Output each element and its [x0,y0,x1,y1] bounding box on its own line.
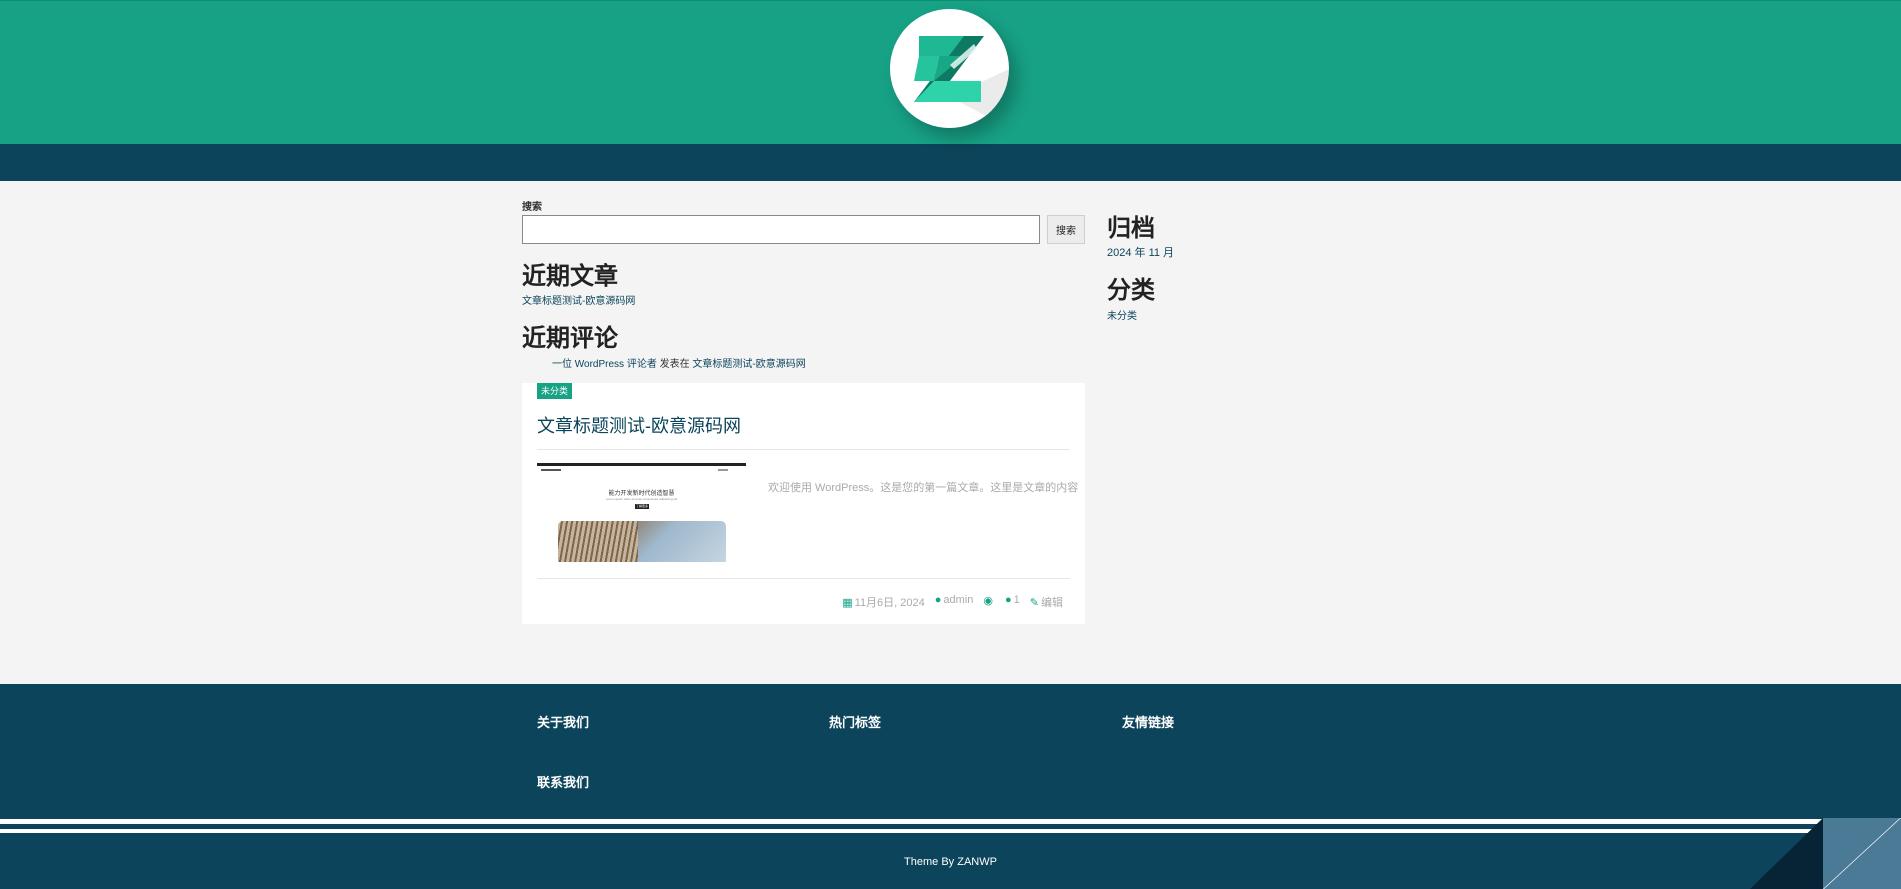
eye-icon: ◉ [983,595,993,607]
user-icon: ● [934,594,942,606]
recent-comments-heading: 近期评论 [522,325,618,352]
category-heading: 分类 [1107,277,1155,304]
thumbnail-heading: 能力开发新时代创造智慧 [608,491,675,497]
post-edit-link[interactable]: ✎ 编辑 [1030,594,1063,610]
comment-post-link[interactable]: 文章标题测试-欧意源码网 [692,359,805,370]
divider [537,578,1070,579]
archive-item[interactable]: 2024 年 11 月 [1107,244,1174,260]
footer-credit: Theme By ZANWP [904,856,997,868]
search-input[interactable] [522,215,1040,244]
post-title-link[interactable]: 文章标题测试-欧意源码网 [537,412,741,438]
post-views: ◉ [983,594,995,610]
post-author[interactable]: ● admin [935,594,974,610]
recent-post-link[interactable]: 文章标题测试-欧意源码网 [522,292,635,307]
comment-icon: ● [1005,594,1012,606]
search-button[interactable]: 搜索 [1047,215,1085,244]
category-item[interactable]: 未分类 [1107,307,1137,322]
thumbnail-photo [558,521,726,562]
footer-stripe [0,829,1823,833]
post-thumbnail[interactable]: 能力开发新时代创造智慧 Lorem ipsum dolor sit amet c… [537,463,746,562]
footer-stripe [0,819,1823,824]
zanwp-logo-icon [914,36,1009,128]
divider [537,449,1070,450]
footer-link-contact[interactable]: 联系我们 [537,772,589,791]
post-comments[interactable]: ● 1 [1005,594,1020,610]
comment-connector: 发表在 [656,359,693,370]
thumbnail-button: 了解更多 [635,504,649,509]
calendar-icon: ▦ [842,597,853,609]
post-excerpt: 欢迎使用 WordPress。这是您的第一篇文章。这里是文章的内容 [768,482,1079,494]
footer-corner-decoration [1750,818,1901,889]
footer-link-friends[interactable]: 友情链接 [1122,712,1174,731]
category-badge[interactable]: 未分类 [537,383,573,399]
post-card: 未分类 文章标题测试-欧意源码网 能力开发新时代创造智慧 Lorem ipsum… [522,383,1085,624]
recent-posts-heading: 近期文章 [522,263,618,290]
recent-comment-item: 一位 WordPress 评论者 发表在 文章标题测试-欧意源码网 [552,355,806,370]
archive-heading: 归档 [1107,215,1155,242]
thumbnail-subtext: Lorem ipsum dolor sit amet consectetur a… [605,497,678,501]
site-logo[interactable] [890,9,1009,128]
nav-bar [0,144,1901,181]
footer-link-tags[interactable]: 热门标签 [829,712,881,731]
footer-link-about[interactable]: 关于我们 [537,712,589,731]
post-meta: ▦ 11月6日, 2024 ● admin ◉ ● 1 ✎ 编辑 [842,594,1063,610]
post-date: ▦ 11月6日, 2024 [842,597,925,609]
search-label: 搜索 [522,202,542,213]
edit-icon: ✎ [1029,597,1039,609]
comment-author-link[interactable]: 一位 WordPress 评论者 [552,359,657,370]
